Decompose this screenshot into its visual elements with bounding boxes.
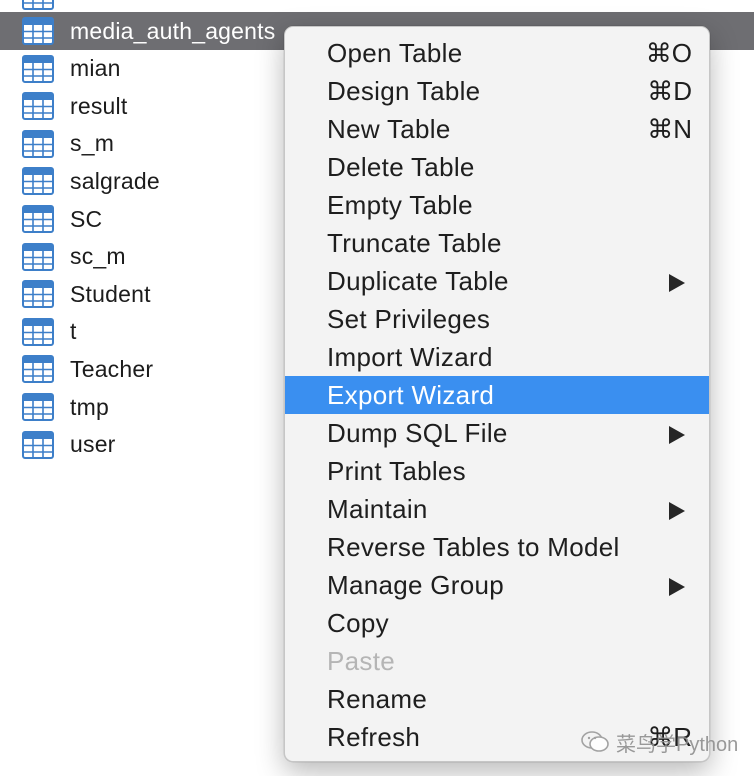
table-icon (22, 54, 54, 83)
menu-item-delete-table[interactable]: Delete Table (285, 148, 709, 186)
table-icon (22, 17, 54, 45)
menu-shortcut: ⌘D (647, 76, 692, 106)
menu-item-label: New Table (327, 114, 451, 144)
submenu-arrow-icon (669, 426, 685, 444)
table-name: SC (70, 205, 103, 232)
menu-shortcut: ⌘O (645, 38, 692, 68)
menu-shortcut: ⌘N (647, 114, 692, 144)
table-list-item[interactable] (0, 0, 754, 12)
table-name: t (70, 318, 77, 345)
menu-item-label: Delete Table (327, 152, 475, 182)
submenu-arrow-icon (669, 274, 685, 292)
table-name: result (70, 92, 128, 119)
menu-item-new-table[interactable]: New Table ⌘N (285, 110, 709, 148)
table-name: user (70, 431, 116, 458)
menu-item-label: Rename (327, 684, 428, 714)
menu-item-reverse-tables-to-model[interactable]: Reverse Tables to Model (285, 528, 709, 566)
table-name: Student (70, 280, 151, 307)
table-name: sc_m (70, 243, 126, 270)
menu-item-copy[interactable]: Copy (285, 604, 709, 642)
table-icon (22, 129, 54, 158)
table-icon (22, 92, 54, 121)
table-name: mian (70, 55, 121, 82)
context-menu: Open Table ⌘O Design Table ⌘D New Table ⌘N Del… (284, 26, 710, 762)
menu-item-label: Maintain (327, 494, 428, 524)
menu-item-label: Dump SQL File (327, 418, 508, 448)
table-name: media_auth_agents (70, 17, 276, 44)
table-icon (22, 430, 54, 459)
menu-item-label: Reverse Tables to Model (327, 532, 620, 562)
menu-item-label: Design Table (327, 76, 481, 106)
menu-item-label: Set Privileges (327, 304, 491, 334)
menu-item-label: Paste (327, 646, 395, 676)
menu-item-maintain[interactable]: Maintain (285, 490, 709, 528)
table-icon (22, 355, 54, 384)
table-icon (22, 167, 54, 196)
table-icon (22, 205, 54, 233)
menu-item-label: Copy (327, 608, 389, 638)
menu-item-label: Export Wizard (327, 380, 495, 410)
submenu-arrow-icon (669, 502, 685, 520)
menu-item-label: Print Tables (327, 456, 466, 486)
menu-item-open-table[interactable]: Open Table ⌘O (285, 34, 709, 72)
submenu-arrow-icon (669, 578, 685, 596)
table-icon (22, 242, 54, 271)
table-icon (22, 317, 54, 346)
table-name: Teacher (70, 355, 154, 382)
watermark: 菜鸟学Python (580, 724, 738, 760)
menu-item-dump-sql-file[interactable]: Dump SQL File (285, 414, 709, 452)
menu-item-truncate-table[interactable]: Truncate Table (285, 224, 709, 262)
menu-item-label: Refresh (327, 722, 421, 752)
table-name: tmp (70, 393, 109, 420)
menu-item-print-tables[interactable]: Print Tables (285, 452, 709, 490)
menu-item-duplicate-table[interactable]: Duplicate Table (285, 262, 709, 300)
table-name: s_m (70, 130, 115, 157)
table-name: salgrade (70, 167, 160, 194)
table-icon (22, 0, 54, 10)
menu-item-manage-group[interactable]: Manage Group (285, 566, 709, 604)
menu-item-label: Open Table (327, 38, 463, 68)
menu-item-paste: Paste (285, 642, 709, 680)
menu-item-label: Empty Table (327, 190, 473, 220)
menu-item-empty-table[interactable]: Empty Table (285, 186, 709, 224)
menu-item-label: Duplicate Table (327, 266, 509, 296)
menu-item-label: Truncate Table (327, 228, 502, 258)
menu-item-rename[interactable]: Rename (285, 680, 709, 718)
menu-item-export-wizard[interactable]: Export Wizard (285, 376, 709, 414)
menu-item-set-privileges[interactable]: Set Privileges (285, 300, 709, 338)
menu-item-label: Manage Group (327, 570, 505, 600)
menu-item-label: Import Wizard (327, 342, 493, 372)
wechat-icon (581, 731, 609, 752)
menu-item-design-table[interactable]: Design Table ⌘D (285, 72, 709, 110)
menu-item-import-wizard[interactable]: Import Wizard (285, 338, 709, 376)
table-icon (22, 280, 54, 309)
watermark-text: 菜鸟学Python (616, 733, 739, 756)
table-icon (22, 393, 54, 421)
